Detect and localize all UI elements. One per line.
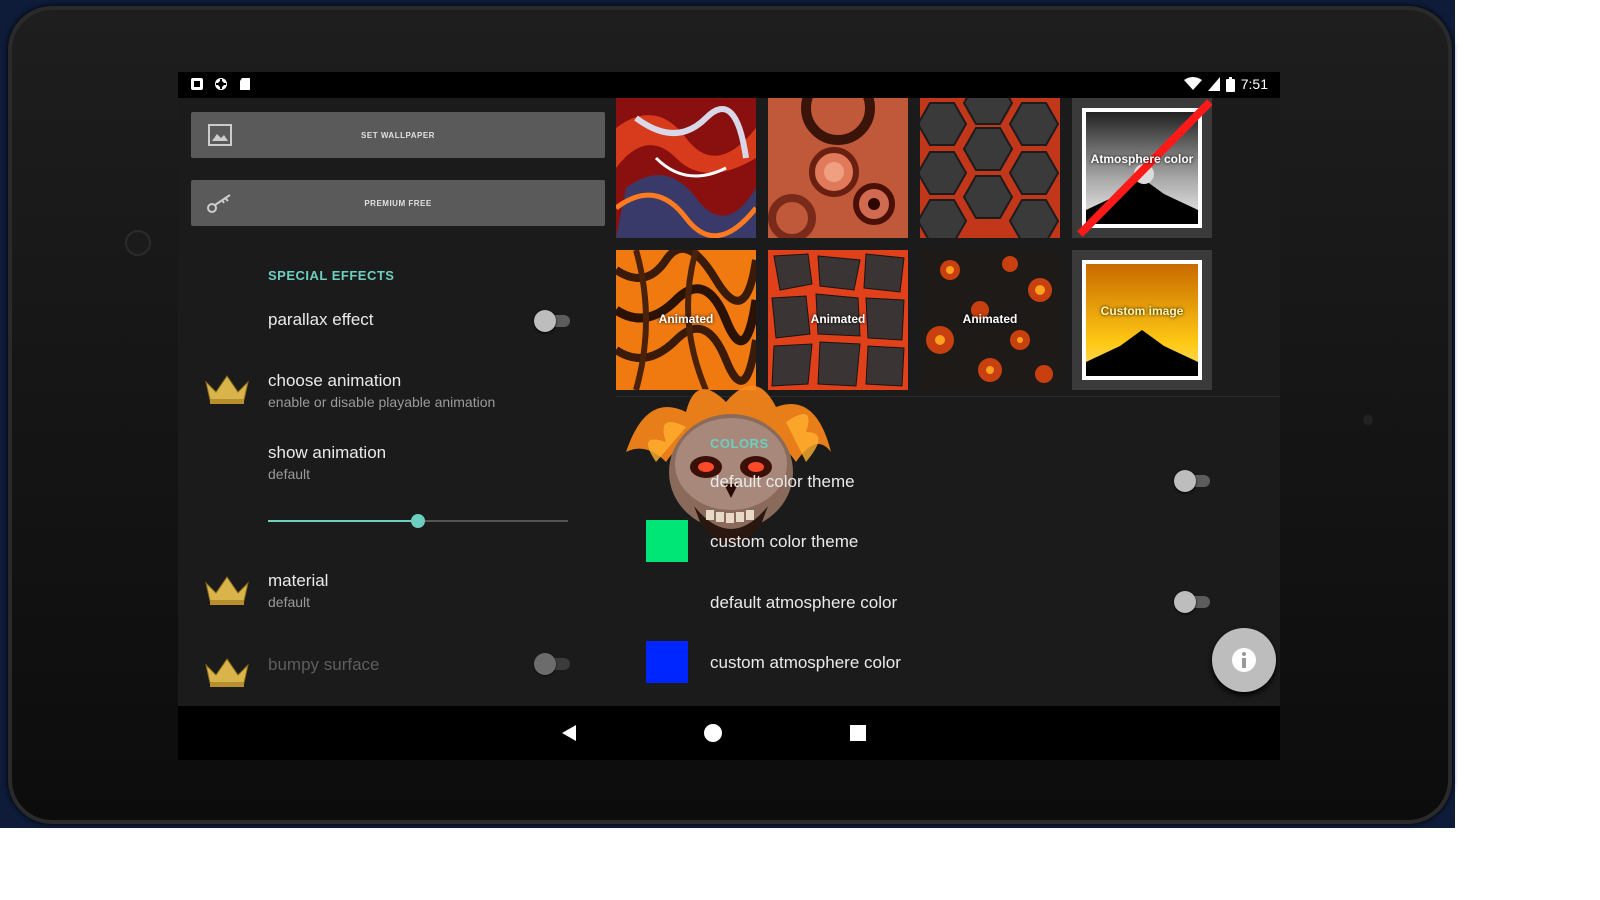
custom-atmosphere-swatch[interactable]: [646, 641, 688, 683]
home-icon[interactable]: [703, 723, 723, 743]
texture-animated-ember[interactable]: Animated: [920, 250, 1060, 390]
image-icon: [205, 121, 235, 149]
crown-icon: [205, 576, 249, 605]
custom-color-theme-label[interactable]: custom color theme: [710, 532, 858, 552]
animated-label: Animated: [658, 312, 714, 326]
default-atmosphere-color-label: default atmosphere color: [710, 593, 898, 612]
sensor-icon: [1363, 415, 1373, 425]
material-summary: default: [268, 594, 311, 610]
custom-image-label: Custom image: [1100, 304, 1184, 318]
battery-icon: [1225, 76, 1235, 92]
custom-atmosphere-color-label[interactable]: custom atmosphere color: [710, 653, 901, 673]
animated-label: Animated: [962, 312, 1018, 326]
key-icon: [205, 189, 235, 217]
signal-icon: [1207, 77, 1220, 91]
choose-animation-summary: enable or disable playable animation: [268, 394, 496, 410]
slider-thumb[interactable]: [411, 514, 425, 528]
sd-card-icon: [240, 78, 250, 90]
back-icon[interactable]: [560, 723, 580, 743]
recents-icon[interactable]: [848, 723, 868, 743]
texture-copper-rings[interactable]: [768, 98, 908, 238]
default-color-theme-label: default color theme: [710, 472, 855, 491]
animated-label: Animated: [810, 312, 866, 326]
parallax-effect-label: parallax effect: [268, 310, 374, 329]
texture-custom-image[interactable]: Custom image: [1072, 250, 1212, 390]
texture-animated-orange-lava[interactable]: Animated: [616, 250, 756, 390]
texture-animated-lava-rock[interactable]: Animated: [768, 250, 908, 390]
default-atmosphere-color-toggle[interactable]: [1174, 589, 1214, 613]
photo-icon: [191, 78, 203, 90]
show-animation-slider[interactable]: [268, 511, 568, 531]
premium-free-button[interactable]: PREMIUM FREE: [191, 180, 605, 226]
special-effects-header: SPECIAL EFFECTS: [268, 268, 395, 283]
status-bar: 7:51: [178, 72, 1280, 98]
navigation-bar: [178, 706, 1280, 760]
crown-icon: [205, 658, 249, 687]
bumpy-surface-label: bumpy surface: [268, 655, 380, 674]
atmosphere-color-label: Atmosphere color: [1090, 152, 1194, 166]
custom-color-swatch[interactable]: [646, 520, 688, 562]
set-wallpaper-button[interactable]: SET WALLPAPER: [191, 112, 605, 158]
texture-grid: Atmosphere color Animated Animated Anima…: [616, 98, 1236, 394]
show-animation-title: show animation: [268, 443, 387, 462]
left-settings-pane: SET WALLPAPER PREMIUM FREE SPECIAL EFFEC…: [178, 98, 608, 706]
texture-hex-lava[interactable]: [920, 98, 1060, 238]
status-time: 7:51: [1240, 76, 1268, 92]
device-screen: 7:51 SET WALLPAPER PREMIUM FREE SPECIAL …: [178, 72, 1280, 760]
crown-icon: [205, 375, 249, 404]
material-title[interactable]: material: [268, 571, 328, 591]
texture-atmosphere-color[interactable]: Atmosphere color: [1072, 98, 1212, 238]
info-button[interactable]: [1212, 628, 1276, 692]
android-icon: [215, 78, 227, 90]
colors-header: COLORS: [710, 436, 769, 451]
show-animation-summary: default: [268, 466, 311, 482]
choose-animation-title[interactable]: choose animation: [268, 371, 401, 391]
info-icon: [1232, 648, 1256, 672]
default-color-theme-toggle[interactable]: [1174, 468, 1214, 492]
wifi-icon: [1183, 77, 1202, 90]
parallax-effect-toggle[interactable]: [534, 308, 574, 332]
texture-red-liquid-metal[interactable]: [616, 98, 756, 238]
bumpy-surface-toggle[interactable]: [534, 651, 574, 675]
camera-icon: [125, 230, 151, 256]
